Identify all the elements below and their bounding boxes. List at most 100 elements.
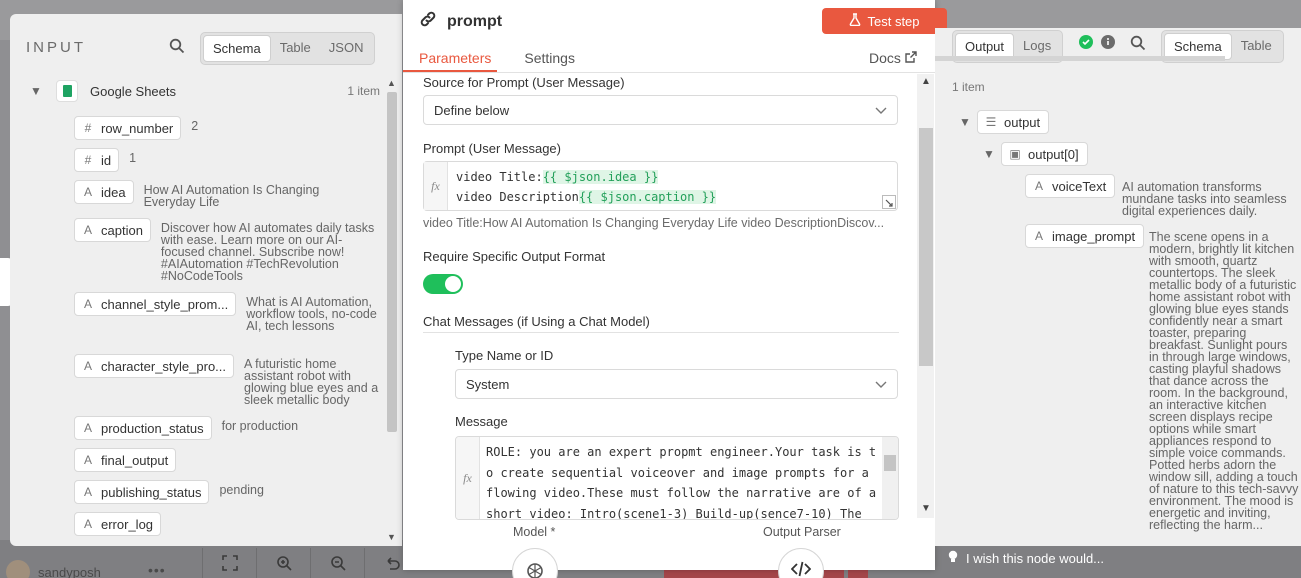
field-production_status[interactable]: Aproduction_status for production [74,416,372,440]
user-menu[interactable]: sandyposh [6,560,101,578]
zoom-in-icon[interactable] [256,548,310,578]
field-name: publishing_status [101,484,202,500]
field-id[interactable]: # id 1 [74,148,169,172]
tab-settings[interactable]: Settings [524,50,575,66]
field-publishing_status[interactable]: Apublishing_status pending [74,480,339,504]
string-type-icon: A [83,297,92,311]
string-type-icon: A [83,517,92,531]
run-status [1079,35,1115,54]
tab-schema[interactable]: Schema [203,35,271,62]
field-name: idea [101,184,126,200]
field-idea[interactable]: Aidea How AI Automation Is Changing Ever… [74,180,344,208]
scroll-down-icon[interactable]: ▼ [387,532,396,542]
fit-view-icon[interactable] [202,548,256,578]
search-icon[interactable] [169,38,185,54]
expression-token: {{ $json.caption }} [578,190,717,204]
field-character_style_prompt[interactable]: Acharacter_style_pro... A futuristic hom… [74,354,384,406]
chevron-down-icon [875,103,887,118]
test-step-label: Test step [867,13,920,29]
field-name: caption [101,222,143,238]
field-error_log[interactable]: Aerror_log [74,512,171,536]
message-editor[interactable]: fx ROLE: you are an expert propmt engine… [455,436,899,520]
field-final_output[interactable]: Afinal_output [74,448,186,472]
field-value: The scene opens in a modern, brightly li… [1149,230,1299,532]
expand-editor-icon[interactable] [882,195,896,209]
tree-node-output[interactable]: ▼ ☰ output [959,110,1050,134]
source-value: Define below [434,102,510,118]
scroll-up-icon[interactable]: ▲ [387,78,396,88]
string-type-icon: A [83,185,92,199]
chevron-down-icon[interactable]: ▼ [30,84,46,98]
scrollbar-thumb[interactable] [387,92,397,432]
field-name: production_status [101,420,204,436]
external-link-icon [905,50,917,66]
item-count: 1 item [347,84,380,98]
field-image_prompt[interactable]: Aimage_prompt [1025,224,1145,248]
tab-parameters[interactable]: Parameters [419,50,491,66]
parameters-scroll-thumb[interactable] [919,128,933,366]
model-label: Model * [513,525,556,539]
message-scrollbar[interactable] [882,437,898,519]
chevron-down-icon [875,377,887,392]
require-format-toggle[interactable] [423,274,463,294]
field-row_number[interactable]: # row_number 2 [74,116,231,140]
success-check-icon [1079,35,1093,54]
chevron-down-icon[interactable]: ▼ [959,115,975,129]
test-step-button[interactable]: Test step [822,8,947,34]
field-name: final_output [101,452,169,468]
field-value: Discover how AI automates daily tasks wi… [160,221,375,283]
tab-json[interactable]: JSON [320,35,373,62]
avatar [6,560,30,578]
more-options-icon[interactable]: ••• [148,562,166,578]
info-icon[interactable] [1101,35,1115,54]
openai-model-icon[interactable] [512,548,558,578]
node-editor: prompt Test step Parameters Settings Doc… [403,0,947,578]
string-type-icon: A [1034,229,1043,243]
field-value: for production [221,419,299,433]
search-icon[interactable] [1130,35,1146,56]
field-channel_style_prompt[interactable]: Achannel_style_prom... What is AI Automa… [74,292,386,332]
scroll-up-icon[interactable]: ▲ [921,76,931,87]
tab-table[interactable]: Table [1232,33,1281,60]
tab-table[interactable]: Table [271,35,320,62]
source-node-row[interactable]: ▼ Google Sheets 1 item [30,80,380,102]
source-select[interactable]: Define below [423,95,898,125]
chevron-down-icon[interactable]: ▼ [983,147,999,161]
tree-node-label: output [1004,114,1041,130]
flask-icon [849,13,861,29]
tree-node-output-0[interactable]: ▼ ▣ output[0] [983,142,1088,166]
code-icon[interactable] [778,548,824,578]
field-caption[interactable]: Acaption Discover how AI automates daily… [74,218,377,282]
field-name: image_prompt [1052,228,1136,244]
expression-icon: fx [456,437,480,519]
prompt-editor[interactable]: fx video Title:{{ $json.idea }} video De… [423,161,898,211]
string-type-icon: A [83,485,92,499]
message-scroll-thumb[interactable] [884,455,896,471]
field-name: id [101,152,112,168]
link-icon [419,10,437,33]
feedback-text: I wish this node would... [966,551,1105,566]
string-type-icon: A [83,421,92,435]
input-panel: INPUT Schema Table JSON ▼ Google Sheets … [10,14,402,546]
type-select[interactable]: System [455,369,898,399]
scroll-down-icon[interactable]: ▼ [921,503,931,514]
type-value: System [466,376,510,392]
field-value: A futuristic home assistant robot with g… [244,357,379,407]
zoom-out-icon[interactable] [310,548,364,578]
user-name: sandyposh [38,564,101,578]
field-value: 1 [129,151,137,165]
field-name: error_log [101,516,154,532]
field-value: pending [219,483,264,497]
node-title[interactable]: prompt [447,13,502,31]
field-name: channel_style_prom... [101,296,229,312]
docs-link[interactable]: Docs [869,50,917,66]
prompt-line-1: video Title:{{ $json.idea }} [456,170,659,184]
input-view-switch: Schema Table JSON [200,32,376,65]
field-name: character_style_pro... [101,358,227,374]
type-label: Type Name or ID [455,348,554,363]
feedback-prompt[interactable]: I wish this node would... [948,550,1104,567]
string-type-icon: A [83,453,92,467]
google-sheets-icon [56,80,78,102]
message-label: Message [455,414,508,429]
field-voiceText[interactable]: AvoiceText [1025,174,1116,198]
